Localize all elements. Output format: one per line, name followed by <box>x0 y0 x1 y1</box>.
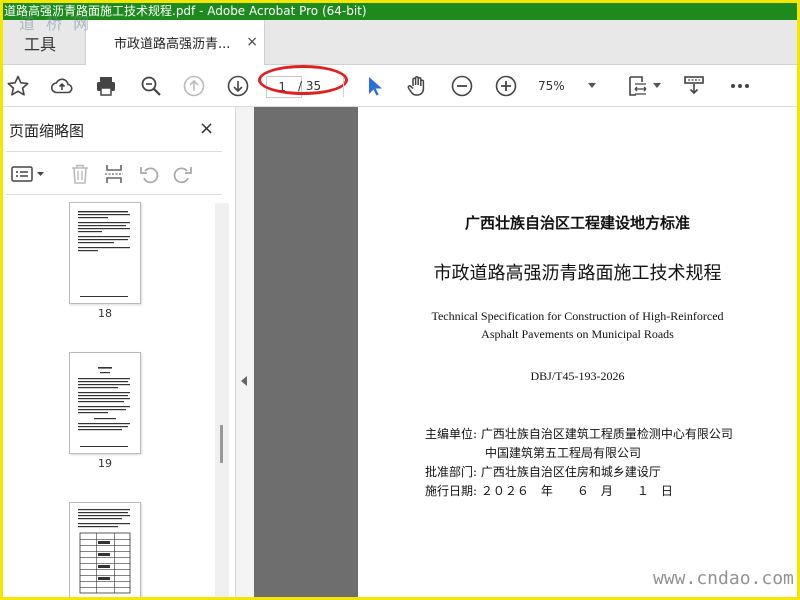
thumbnail-scrollbar-thumb[interactable] <box>220 425 223 463</box>
print-icon[interactable] <box>93 73 119 99</box>
thumbnail-panel: 页面缩略图 × 18 19 <box>3 107 236 597</box>
thumbnail-list: 18 19 <box>3 196 223 597</box>
bookmark-star-icon[interactable] <box>5 73 31 99</box>
thumbnail-page-number: 19 <box>98 457 112 470</box>
thumbnail-scrollbar[interactable] <box>215 203 229 597</box>
panel-title: 页面缩略图 <box>9 122 85 140</box>
editor-row: 主编单位: 广西壮族自治区建筑工程质量检测中心有限公司 <box>425 425 733 442</box>
annotation-ellipse <box>258 65 348 95</box>
english-title: Technical Specification for Construction… <box>358 307 797 343</box>
editor-label: 主编单位: <box>425 427 478 441</box>
more-icon[interactable] <box>727 73 753 99</box>
insert-page-icon[interactable] <box>102 162 126 186</box>
tab-document-label: 市政道路高强沥青... <box>114 37 231 52</box>
tab-bar: 工具 市政道路高强沥青... × <box>3 20 797 65</box>
tab-close-icon[interactable]: × <box>246 34 258 50</box>
zoom-dropdown-chevron-icon[interactable] <box>588 83 596 88</box>
zoom-out-magnifier-icon[interactable] <box>138 73 164 99</box>
previous-page-edge <box>254 107 358 597</box>
rotate-right-icon[interactable] <box>170 162 194 186</box>
thumbnail-options-icon[interactable] <box>10 162 46 186</box>
approver-label: 批准部门: <box>425 465 478 479</box>
panel-toolbar <box>6 151 222 195</box>
next-page-icon[interactable] <box>225 73 251 99</box>
select-cursor-icon[interactable] <box>361 73 387 99</box>
page-thumbnail[interactable] <box>69 352 141 454</box>
zoom-in-icon[interactable] <box>493 73 519 99</box>
editor-unit-1: 广西壮族自治区建筑工程质量检测中心有限公司 <box>480 427 733 441</box>
toolbar-divider <box>343 77 344 97</box>
prev-page-icon[interactable] <box>181 73 207 99</box>
tab-tools-label: 工具 <box>24 34 57 54</box>
editor-unit-2: 中国建筑第五工程局有限公司 <box>485 446 642 460</box>
watermark-top: 道 桥 网 <box>19 14 93 33</box>
date-value: ２０２６ 年 ６ 月 １ 日 <box>480 484 673 498</box>
window-title: 道路高强沥青路面施工技术规程.pdf - Adobe Acrobat Pro (… <box>3 3 797 20</box>
english-title-line-2: Asphalt Pavements on Municipal Roads <box>481 327 674 341</box>
thumbnail-page-number: 18 <box>98 307 112 320</box>
zoom-level-select[interactable]: 75% <box>538 79 565 93</box>
approver-row: 批准部门: 广西壮族自治区住房和城乡建设厅 <box>425 463 661 480</box>
hand-tool-icon[interactable] <box>404 73 430 99</box>
comment-stamp-icon[interactable] <box>681 73 707 99</box>
approver-name: 广西壮族自治区住房和城乡建设厅 <box>480 465 661 479</box>
cloud-upload-icon[interactable] <box>49 73 75 99</box>
document-page[interactable]: 广西壮族自治区工程建设地方标准 市政道路高强沥青路面施工技术规程 Technic… <box>358 107 797 597</box>
standard-code: DBJ/T45-193-2026 <box>530 369 625 383</box>
standard-title: 广西壮族自治区工程建设地方标准 <box>464 214 690 232</box>
panel-close-icon[interactable]: × <box>199 118 214 139</box>
date-label: 施行日期: <box>425 484 478 498</box>
tab-document[interactable]: 市政道路高强沥青... × <box>85 20 265 65</box>
page-fit-icon[interactable] <box>625 73 651 99</box>
page-thumbnail[interactable] <box>69 502 141 597</box>
site-watermark: www.cndao.com <box>653 568 794 589</box>
rotate-left-icon[interactable] <box>138 162 162 186</box>
zoom-out-icon[interactable] <box>449 73 475 99</box>
document-main-title: 市政道路高强沥青路面施工技术规程 <box>433 263 722 284</box>
page-fit-chevron-icon[interactable] <box>653 83 661 88</box>
page-thumbnail[interactable] <box>69 202 141 304</box>
collapse-panel-arrow-icon[interactable] <box>241 376 247 386</box>
main-toolbar: 1 / 35 75% <box>3 65 797 107</box>
app-window: 道路高强沥青路面施工技术规程.pdf - Adobe Acrobat Pro (… <box>3 3 797 597</box>
delete-page-icon[interactable] <box>68 162 92 186</box>
date-row: 施行日期: ２０２６ 年 ６ 月 １ 日 <box>425 482 673 499</box>
english-title-line-1: Technical Specification for Construction… <box>431 309 724 323</box>
